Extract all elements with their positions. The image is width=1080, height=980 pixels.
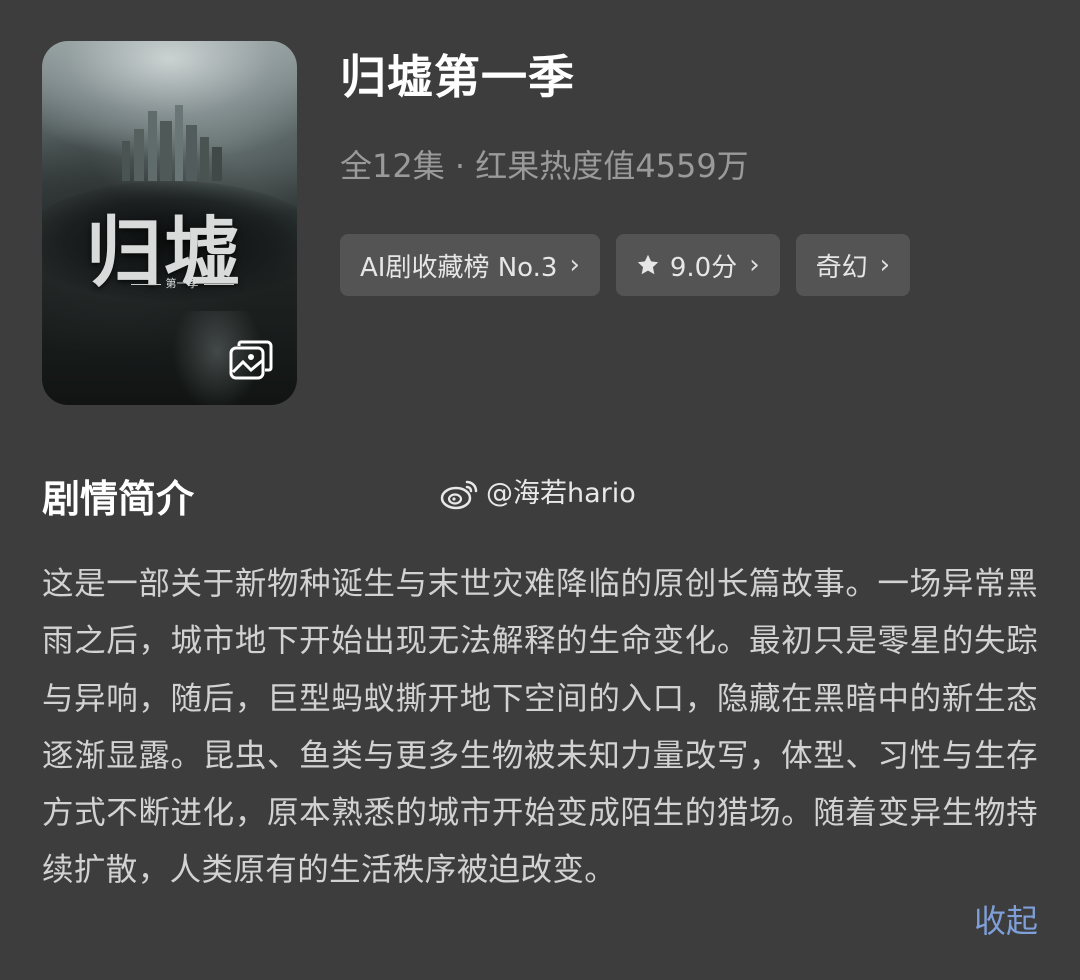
gallery-icon[interactable] bbox=[229, 340, 273, 380]
show-poster[interactable]: 归墟 第一季 bbox=[42, 41, 297, 405]
poster-city-skyline bbox=[122, 105, 222, 181]
weibo-icon bbox=[440, 480, 478, 510]
show-title: 归墟第一季 bbox=[340, 50, 575, 104]
show-meta: 全12集 · 红果热度值4559万 bbox=[340, 147, 749, 185]
rating-chip[interactable]: 9.0分 › bbox=[615, 234, 780, 296]
watermark-text: @海若hario bbox=[486, 478, 636, 509]
chevron-right-icon: › bbox=[569, 250, 580, 280]
genre-chip[interactable]: 奇幻 › bbox=[795, 234, 911, 296]
collapse-button[interactable]: 收起 bbox=[974, 896, 1038, 946]
ranking-chip[interactable]: AI剧收藏榜 No.3 › bbox=[340, 234, 600, 296]
ranking-chip-label: AI剧收藏榜 No.3 bbox=[360, 252, 558, 283]
rating-chip-label: 9.0分 bbox=[669, 252, 738, 283]
chevron-right-icon: › bbox=[749, 250, 760, 280]
weibo-watermark: @海若hario bbox=[440, 474, 636, 514]
poster-subtitle: 第一季 bbox=[122, 275, 242, 291]
star-icon bbox=[637, 254, 659, 275]
genre-chip-label: 奇幻 bbox=[815, 252, 868, 283]
synopsis-heading: 剧情简介 bbox=[42, 477, 195, 521]
synopsis-text: 这是一部关于新物种诞生与末世灾难降临的原创长篇故事。一场异常黑雨之后，城市地下开… bbox=[42, 566, 1038, 889]
tag-chips: AI剧收藏榜 No.3 › 9.0分 › 奇幻 › bbox=[340, 234, 911, 296]
chevron-right-icon: › bbox=[879, 250, 891, 280]
